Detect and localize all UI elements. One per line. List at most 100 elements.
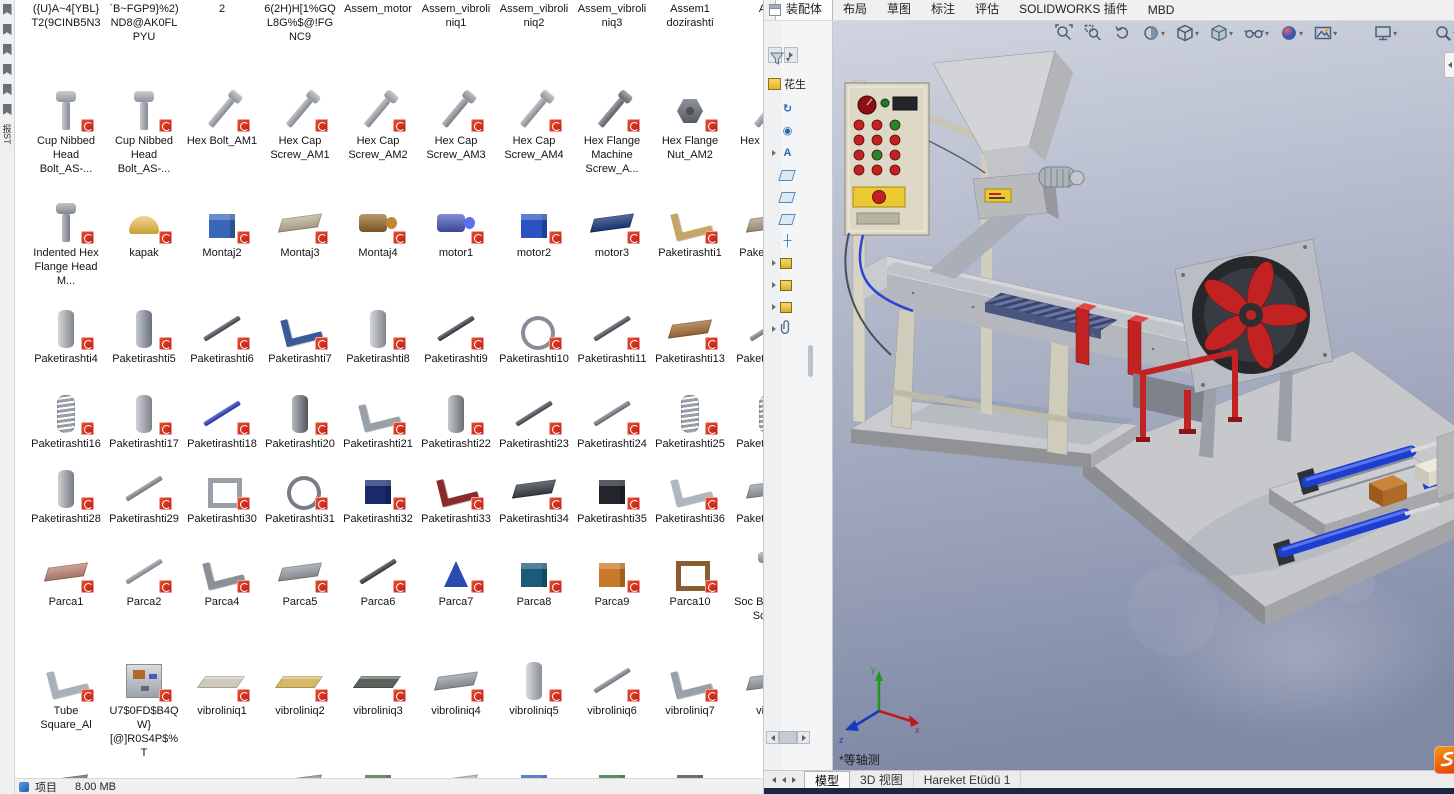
file-item[interactable]: Paketirashti17	[105, 391, 183, 466]
tree-item-component[interactable]	[772, 296, 795, 318]
panel-splitter-handle[interactable]	[808, 345, 813, 377]
file-item[interactable]: Paketirashti	[729, 200, 763, 306]
file-item[interactable]	[729, 761, 763, 778]
file-item[interactable]: Cup Nibbed Head Bolt_AS-...	[27, 88, 105, 200]
file-item[interactable]: Paketirashti21	[339, 391, 417, 466]
tree-item-component[interactable]	[772, 274, 795, 296]
file-item[interactable]: Assem_vibroliniq2	[495, 0, 573, 88]
previous-view-button[interactable]	[1113, 24, 1131, 42]
tree-item-sensors[interactable]: ◉	[772, 120, 795, 142]
tree-item-plane[interactable]	[772, 208, 795, 230]
file-item[interactable]: Paketirashti9	[417, 306, 495, 391]
ribbon-tab-annotation[interactable]: 标注	[921, 0, 965, 20]
file-item[interactable]: vibroliniq6	[573, 658, 651, 761]
file-item[interactable]: Assem_motor	[339, 0, 417, 88]
hide-show-items-button[interactable]: ▾	[1244, 24, 1269, 42]
tree-item-assembly[interactable]: 花生	[768, 76, 806, 92]
bookmark-icon[interactable]	[3, 4, 12, 15]
file-item[interactable]: Paketirashti13	[651, 306, 729, 391]
file-item[interactable]: Cup Nibbed Head Bolt_AS-...	[105, 88, 183, 200]
tree-item-history[interactable]: ↻	[772, 98, 795, 120]
file-item[interactable]: Paketirashti2	[729, 391, 763, 466]
file-item[interactable]: Paketirashti28	[27, 466, 105, 549]
file-item[interactable]: Montaj2	[183, 200, 261, 306]
file-item[interactable]: Hex Cap Screw_AM2	[339, 88, 417, 200]
bookmark-icon[interactable]	[3, 24, 12, 35]
file-item[interactable]: Hex St 1_A	[729, 88, 763, 200]
file-item[interactable]: Parca10	[651, 549, 729, 658]
ribbon-tab-assembly[interactable]: 装配体	[775, 0, 833, 20]
tree-item-component[interactable]	[772, 252, 795, 274]
file-item[interactable]: Paketirashti8	[339, 306, 417, 391]
file-item[interactable]: Hex Cap Screw_AM3	[417, 88, 495, 200]
file-item[interactable]	[27, 761, 105, 778]
file-item[interactable]: Montaj3	[261, 200, 339, 306]
scrollbar-thumb[interactable]	[779, 731, 797, 744]
file-item[interactable]: Hex Flange Nut_AM2	[651, 88, 729, 200]
tree-display-icon[interactable]	[769, 4, 781, 16]
file-item[interactable]	[495, 761, 573, 778]
tree-horizontal-scrollbar[interactable]	[766, 731, 810, 744]
file-item[interactable]: Paketirashti33	[417, 466, 495, 549]
tree-item-annotations[interactable]: A	[772, 142, 795, 164]
file-item[interactable]: Paketirashti36	[651, 466, 729, 549]
file-item[interactable]: Parca8	[495, 549, 573, 658]
file-item[interactable]: Paketirashti18	[183, 391, 261, 466]
file-item[interactable]: Hex Cap Screw_AM1	[261, 88, 339, 200]
file-item[interactable]: Paketirashti24	[573, 391, 651, 466]
file-item[interactable]: Paketirashti23	[495, 391, 573, 466]
file-item[interactable]: Parca9	[573, 549, 651, 658]
tree-item-origin[interactable]: ┼	[772, 230, 795, 252]
file-item[interactable]: 6(2H)H[1%GQL8G%$@!FGNC9	[261, 0, 339, 88]
file-item[interactable]: Paketirashti35	[573, 466, 651, 549]
file-item[interactable]: Hex Cap Screw_AM4	[495, 88, 573, 200]
file-item[interactable]: Paketirashti16	[27, 391, 105, 466]
file-item[interactable]: motor1	[417, 200, 495, 306]
apply-scene-button[interactable]: ▾	[1314, 24, 1337, 42]
file-item[interactable]	[417, 761, 495, 778]
ribbon-tab-sketch[interactable]: 草图	[877, 0, 921, 20]
scroll-next-icon[interactable]	[792, 777, 796, 783]
ribbon-tab-mbd[interactable]: MBD	[1138, 1, 1185, 20]
zoom-area-button[interactable]	[1084, 24, 1102, 42]
viewport-canvas[interactable]: y x z	[833, 21, 1454, 770]
file-item[interactable]: vibroliniq5	[495, 658, 573, 761]
bookmark-icon[interactable]	[3, 104, 12, 115]
tree-filter-button[interactable]: ▾	[770, 52, 790, 66]
bookmark-icon[interactable]	[3, 64, 12, 75]
file-item[interactable]: motor3	[573, 200, 651, 306]
file-item[interactable]: Indented Hex Flange Head M...	[27, 200, 105, 306]
tab-motion-study-1[interactable]: Hareket Etüdü 1	[914, 771, 1022, 788]
file-item[interactable]: Parca7	[417, 549, 495, 658]
file-item[interactable]: Parca4	[183, 549, 261, 658]
file-item[interactable]: Parca5	[261, 549, 339, 658]
file-item[interactable]: Hex Bolt_AM1	[183, 88, 261, 200]
file-item[interactable]: Paketirashti1	[651, 200, 729, 306]
file-item[interactable]: ({U}A~4[YBL}T2(9CINB5N3	[27, 0, 105, 88]
file-item[interactable]: Paketirashti3	[729, 466, 763, 549]
file-item[interactable]: U7$0FD$B4QW}[@]R0S4P$%T	[105, 658, 183, 761]
scroll-first-icon[interactable]	[772, 777, 776, 783]
file-item[interactable]: Assem_vibroliniq1	[417, 0, 495, 88]
magnify-button[interactable]: ▾	[1434, 24, 1454, 42]
file-item[interactable]: Parca6	[339, 549, 417, 658]
file-item[interactable]	[261, 761, 339, 778]
tree-item-plane[interactable]	[772, 164, 795, 186]
file-item[interactable]: Paketirashti32	[339, 466, 417, 549]
file-item[interactable]: motor2	[495, 200, 573, 306]
expand-arrow-icon[interactable]	[772, 282, 776, 288]
file-item[interactable]: kapak	[105, 200, 183, 306]
file-item[interactable]: vibroliniq4	[417, 658, 495, 761]
file-item[interactable]: Paketirashti5	[105, 306, 183, 391]
file-item[interactable]: Tube Square_Al	[27, 658, 105, 761]
ribbon-tab-layout[interactable]: 布局	[833, 0, 877, 20]
file-item[interactable]: Paketirashti34	[495, 466, 573, 549]
file-item[interactable]: vibroliniq3	[339, 658, 417, 761]
file-item[interactable]: Soc But Head Screw	[729, 549, 763, 658]
file-item[interactable]: vibroliniq2	[261, 658, 339, 761]
file-item[interactable]: 2	[183, 0, 261, 88]
display-style-button[interactable]: ▾	[1210, 24, 1233, 42]
file-item[interactable]	[651, 761, 729, 778]
file-item[interactable]: Montaj4	[339, 200, 417, 306]
file-item[interactable]: Paketirashti29	[105, 466, 183, 549]
